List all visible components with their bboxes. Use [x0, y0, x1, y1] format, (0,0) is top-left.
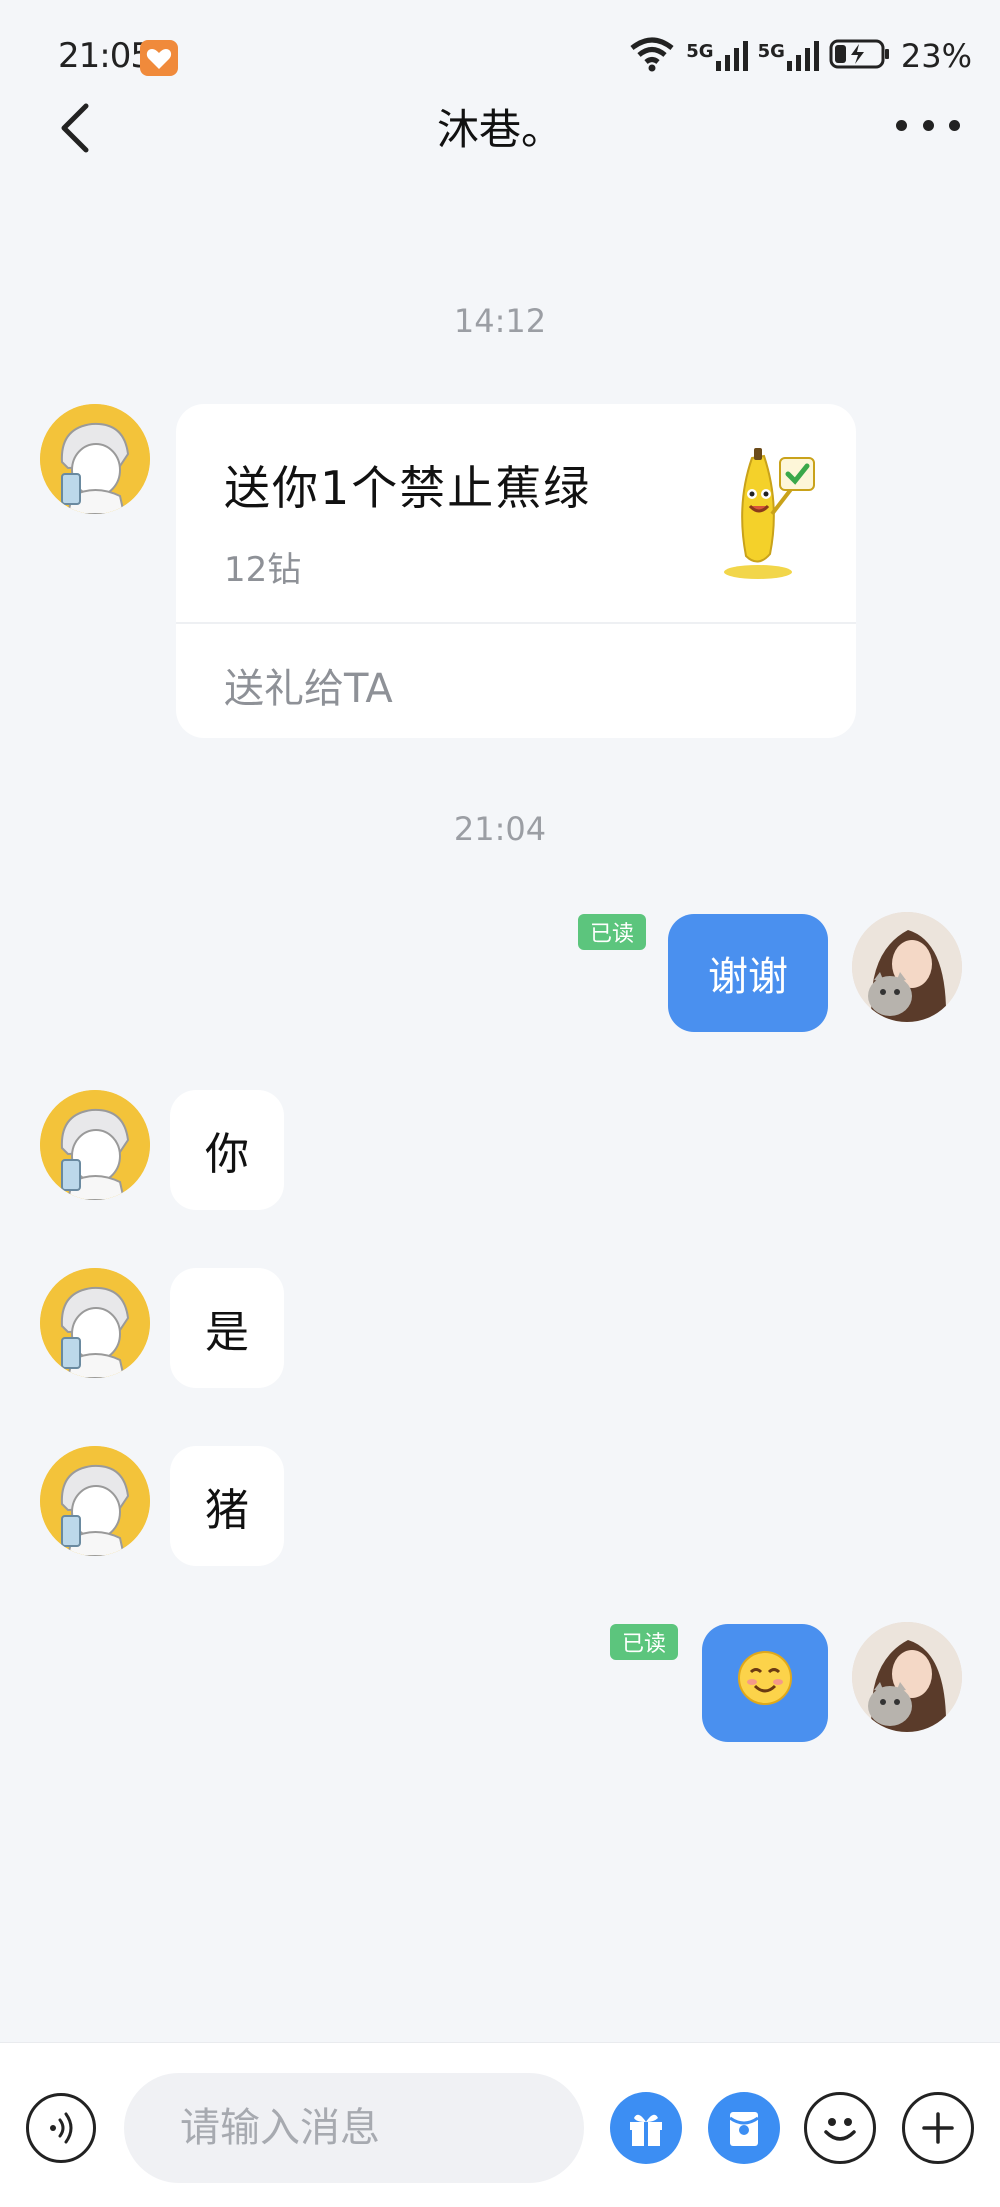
- smiling-emoji-icon: [737, 1650, 793, 1716]
- more-dot-icon: [896, 119, 907, 131]
- read-status-badge: 已读: [578, 914, 646, 950]
- gift-message-card[interactable]: 送你1个禁止蕉绿 12钻 送礼给TA: [176, 404, 856, 738]
- red-packet-icon: [729, 2112, 759, 2146]
- more-actions-button[interactable]: [902, 2092, 974, 2164]
- outgoing-message-bubble[interactable]: 谢谢: [668, 914, 828, 1032]
- red-packet-button[interactable]: [708, 2092, 780, 2164]
- message-input[interactable]: [124, 2073, 584, 2183]
- smile-icon: [824, 2118, 856, 2141]
- voice-icon: [50, 2112, 73, 2144]
- gift-title: 送你1个禁止蕉绿: [224, 461, 592, 515]
- plus-icon: [922, 2112, 954, 2144]
- more-options-button[interactable]: [896, 110, 960, 140]
- gift-card-divider: [176, 622, 856, 624]
- outgoing-emoji-bubble[interactable]: [702, 1624, 828, 1742]
- my-avatar[interactable]: [852, 1622, 962, 1732]
- gift-price: 12钻: [224, 550, 302, 590]
- message-timestamp: 14:12: [453, 302, 547, 340]
- contact-avatar[interactable]: [40, 1090, 150, 1200]
- send-gift-link[interactable]: 送礼给TA: [224, 656, 393, 714]
- contact-avatar[interactable]: [40, 1446, 150, 1556]
- status-time: 21:05: [58, 36, 152, 76]
- banana-gift-image: [706, 444, 826, 584]
- emoji-button[interactable]: [804, 2092, 876, 2164]
- signal-icon-2: 5G: [758, 41, 819, 71]
- status-indicators: 5G 5G 23%: [628, 34, 972, 78]
- gift-button[interactable]: [610, 2092, 682, 2164]
- read-status-badge: 已读: [610, 1624, 678, 1660]
- contact-avatar[interactable]: [40, 1268, 150, 1378]
- incoming-message-bubble[interactable]: 你: [170, 1090, 284, 1210]
- input-bar: [0, 2042, 1000, 2207]
- voice-input-button[interactable]: [26, 2093, 96, 2163]
- wifi-icon: [628, 36, 676, 76]
- battery-icon: [829, 38, 891, 74]
- gift-icon: [630, 2114, 662, 2146]
- battery-percent: 23%: [900, 37, 972, 75]
- chat-title: 沐巷。: [436, 105, 563, 154]
- more-dot-icon: [922, 119, 934, 131]
- message-timestamp: 21:04: [453, 810, 547, 848]
- incoming-message-bubble[interactable]: 猪: [170, 1446, 284, 1566]
- contact-avatar[interactable]: [40, 404, 150, 514]
- my-avatar[interactable]: [852, 912, 962, 1022]
- incoming-message-bubble[interactable]: 是: [170, 1268, 284, 1388]
- app-notification-icon: [140, 40, 178, 76]
- more-dot-icon: [949, 119, 960, 131]
- signal-icon-1: 5G: [686, 41, 748, 71]
